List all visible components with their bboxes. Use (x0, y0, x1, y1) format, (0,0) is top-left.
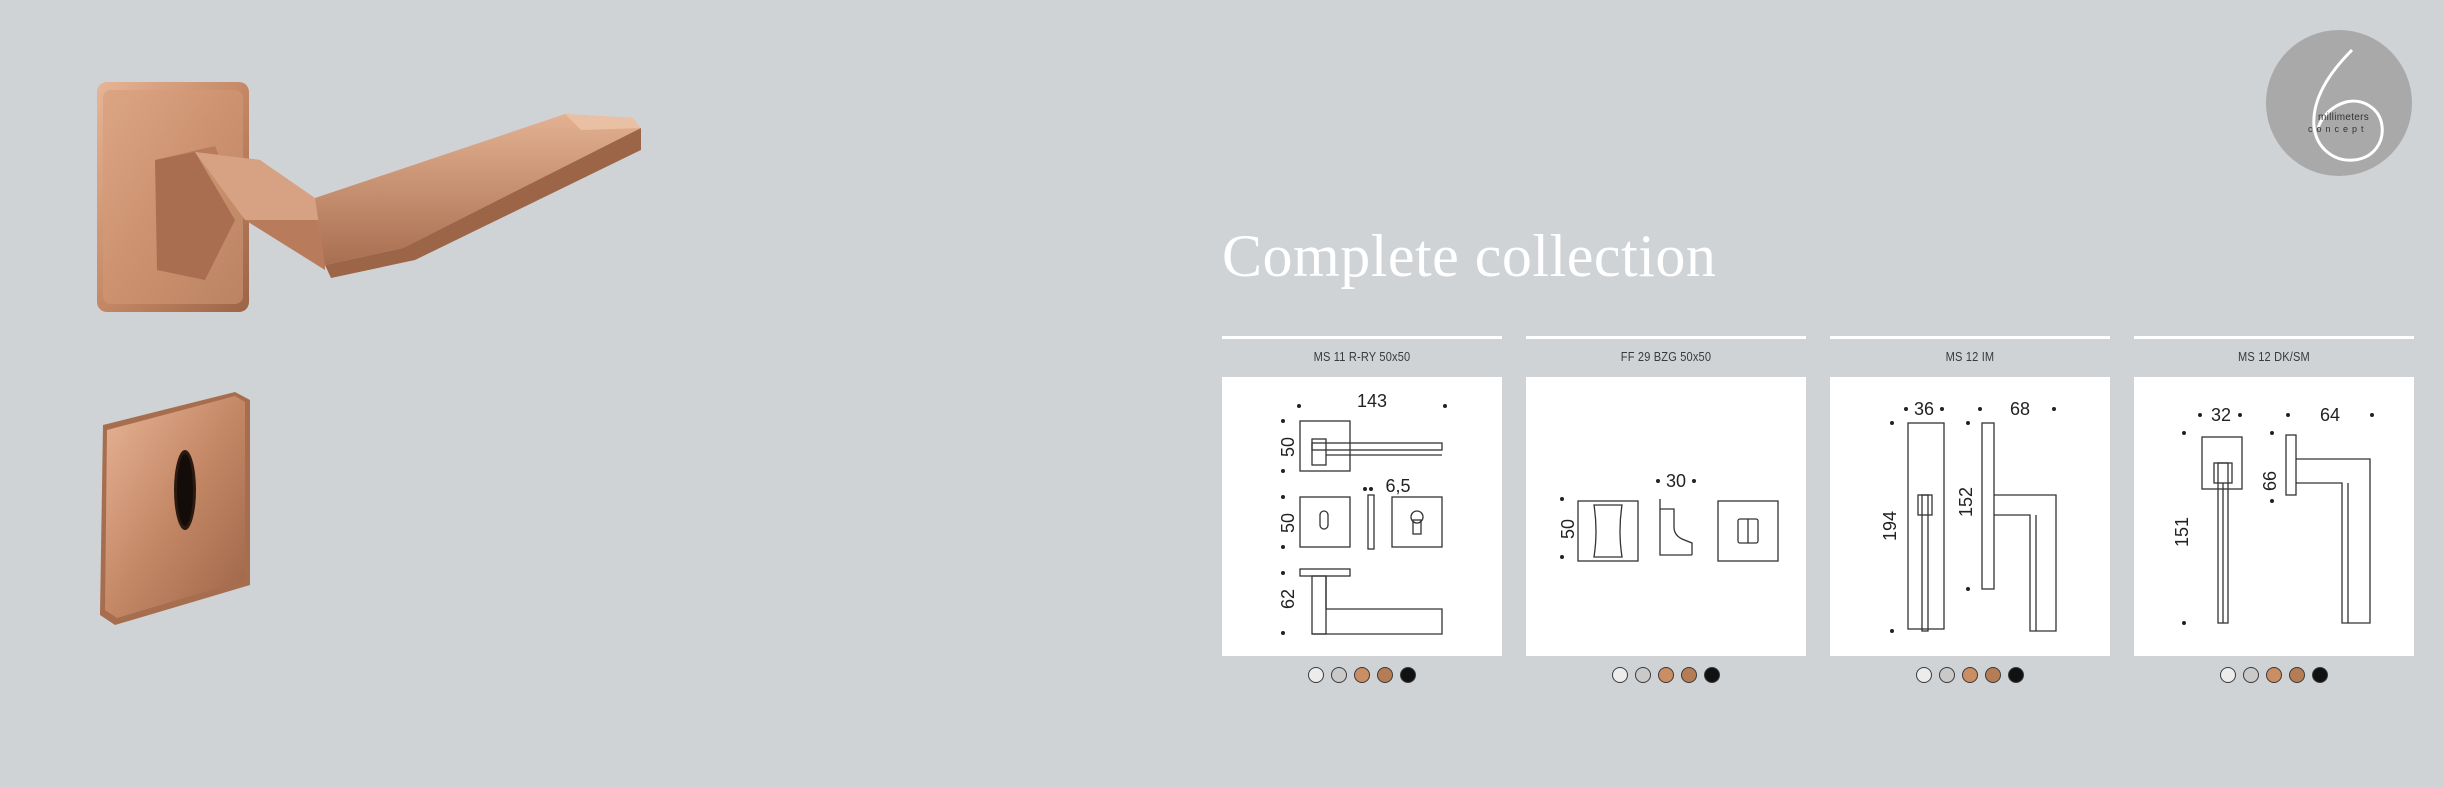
finish-swatch[interactable] (1916, 667, 1932, 683)
logo-text-millimeters: millimeters (2318, 112, 2370, 123)
finish-swatch[interactable] (1658, 667, 1674, 683)
finish-swatch[interactable] (1985, 667, 2001, 683)
finish-swatches (1830, 667, 2110, 683)
dimension-label: 36 (1914, 399, 1934, 419)
card-divider (1222, 336, 1502, 339)
finish-swatch[interactable] (2008, 667, 2024, 683)
finish-swatches (1222, 667, 1502, 683)
dimension-label: 62 (1278, 589, 1298, 609)
dimension-label: 32 (2211, 405, 2231, 425)
dimension-label: 151 (2172, 517, 2192, 547)
finish-swatch[interactable] (1612, 667, 1628, 683)
technical-drawing: 143 50 6,5 50 62 (1222, 377, 1502, 656)
logo-text-concept: concept (2308, 124, 2368, 134)
dimension-label: 6,5 (1385, 476, 1410, 496)
dimension-label: 30 (1666, 471, 1686, 491)
finish-swatch[interactable] (1377, 667, 1393, 683)
finish-swatch[interactable] (1400, 667, 1416, 683)
finish-swatches (2134, 667, 2414, 683)
product-code: MS 12 DK/SM (2238, 349, 2310, 364)
product-code: MS 11 R-RY 50x50 (1313, 349, 1411, 364)
dimension-label: 66 (2260, 471, 2280, 491)
card-divider (2134, 336, 2414, 339)
product-card: FF 29 BZG 50x50 30 50 (1526, 336, 1806, 683)
product-card: MS 12 IM 36 68 194 152 (1830, 336, 2110, 683)
finish-swatch[interactable] (2220, 667, 2236, 683)
finish-swatch[interactable] (1635, 667, 1651, 683)
card-divider (1830, 336, 2110, 339)
finish-swatch[interactable] (1939, 667, 1955, 683)
dimension-label: 50 (1558, 519, 1578, 539)
dimension-label: 50 (1278, 437, 1298, 457)
finish-swatch[interactable] (2312, 667, 2328, 683)
finish-swatches (1526, 667, 1806, 683)
product-card: MS 12 DK/SM 32 64 151 66 (2134, 336, 2414, 683)
technical-drawing: 32 64 151 66 (2134, 377, 2414, 656)
product-photo-escutcheon (85, 380, 265, 640)
technical-drawing: 30 50 (1526, 377, 1806, 656)
brand-logo: millimeters concept (2266, 30, 2412, 176)
product-photo-lever-handle (85, 70, 645, 330)
finish-swatch[interactable] (1354, 667, 1370, 683)
finish-swatch[interactable] (2289, 667, 2305, 683)
technical-drawing: 36 68 194 152 (1830, 377, 2110, 656)
product-code: FF 29 BZG 50x50 (1620, 349, 1712, 364)
product-card: MS 11 R-RY 50x50 143 50 6,5 50 62 (1222, 336, 1502, 683)
dimension-label: 64 (2320, 405, 2340, 425)
finish-swatch[interactable] (1704, 667, 1720, 683)
dimension-label: 50 (1278, 513, 1298, 533)
page-title: Complete collection (1222, 223, 1717, 289)
finish-swatch[interactable] (1308, 667, 1324, 683)
dimension-label: 143 (1357, 391, 1387, 411)
finish-swatch[interactable] (1331, 667, 1347, 683)
dimension-label: 194 (1880, 511, 1900, 541)
card-divider (1526, 336, 1806, 339)
finish-swatch[interactable] (2243, 667, 2259, 683)
finish-swatch[interactable] (1962, 667, 1978, 683)
finish-swatch[interactable] (2266, 667, 2282, 683)
finish-swatch[interactable] (1681, 667, 1697, 683)
product-code: MS 12 IM (1945, 349, 1995, 364)
dimension-label: 152 (1956, 487, 1976, 517)
dimension-label: 68 (2010, 399, 2030, 419)
